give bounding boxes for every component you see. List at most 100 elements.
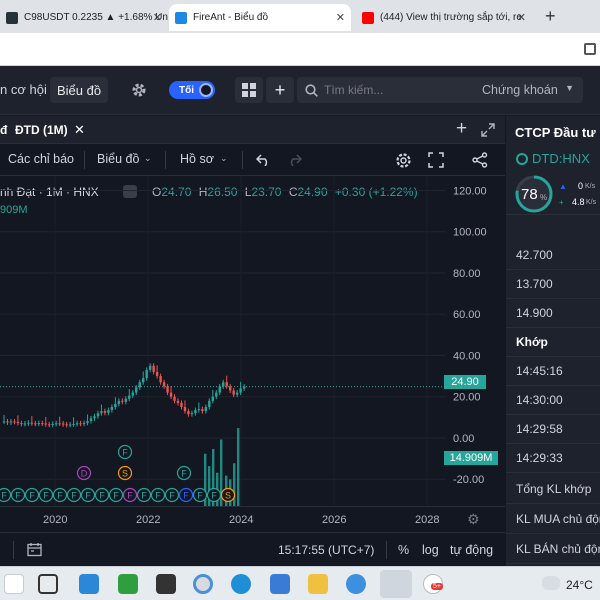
candle-body: [124, 398, 127, 402]
chart-tab-title[interactable]: ĐTD (1M): [15, 123, 68, 137]
price-value: 14.900: [516, 306, 553, 320]
market-select[interactable]: Chứng khoán: [482, 83, 558, 97]
event-marker-label: F: [181, 469, 187, 479]
nav-co-hoi[interactable]: n cơ hội: [0, 82, 47, 97]
os-taskbar: 5+ 24°C: [0, 566, 600, 600]
summary-row: KL MUA chủ độn: [506, 505, 600, 534]
candle-body: [37, 423, 40, 425]
fullscreen-icon[interactable]: [428, 152, 444, 168]
candle-body: [235, 392, 239, 395]
candle-body: [96, 413, 100, 417]
candle-body: [190, 413, 194, 415]
status-dot-icon: [516, 153, 528, 165]
close-icon[interactable]: ✕: [153, 11, 162, 24]
trade-row: 14:45:16: [506, 357, 600, 386]
log-scale-button[interactable]: log: [422, 543, 439, 557]
gauge-unit: %: [540, 193, 548, 202]
settings-icon[interactable]: [395, 152, 412, 169]
redo-icon[interactable]: [287, 153, 302, 166]
camera-icon[interactable]: [156, 574, 176, 594]
kaspersky-icon[interactable]: [118, 574, 138, 594]
search-input[interactable]: Tìm kiếm...: [324, 83, 383, 97]
event-marker-label: F: [141, 491, 147, 501]
gear-icon[interactable]: [131, 82, 147, 98]
edge-icon[interactable]: [231, 574, 251, 594]
browser-tab-strip: C98USDT 0.2235 ▲ +1.68% Un ✕ FireAnt - B…: [0, 0, 600, 33]
event-marker-label: F: [29, 491, 35, 501]
chart-type-button[interactable]: Biểu đồ: [97, 152, 139, 166]
layout-grid-button[interactable]: [235, 77, 263, 103]
browser-tab-fireant[interactable]: FireAnt - Biểu đồ ✕: [169, 4, 351, 31]
ie-icon[interactable]: [346, 574, 366, 594]
chevron-down-icon[interactable]: ⌄: [144, 153, 152, 164]
toggle-knob: [199, 83, 213, 97]
nav-bieu-do-button[interactable]: Biểu đồ: [50, 77, 108, 103]
sell-volume-label: KL BÁN chủ độn: [516, 542, 600, 556]
profile-button[interactable]: Hồ sơ: [180, 152, 214, 166]
toolbar-divider: [13, 541, 14, 559]
y-tick: 20.00: [453, 392, 481, 404]
trade-row: 14:29:58: [506, 415, 600, 444]
browser-tab-c98[interactable]: C98USDT 0.2235 ▲ +1.68% Un ✕: [0, 4, 168, 31]
theme-toggle[interactable]: Tối: [169, 81, 215, 99]
candle-body: [16, 421, 20, 424]
browser-tab-youtube[interactable]: (444) View thị trường sắp tới, re ✕: [356, 4, 532, 31]
folder-icon[interactable]: [308, 574, 328, 594]
tab-label: FireAnt - Biểu đồ: [193, 12, 269, 23]
extension-icon[interactable]: [584, 43, 596, 55]
toggle-label: Tối: [179, 84, 194, 96]
candle-body: [9, 421, 13, 423]
auto-scale-button[interactable]: tự động: [450, 543, 493, 557]
close-icon[interactable]: ✕: [74, 122, 85, 138]
event-marker-label: F: [183, 491, 189, 501]
weather-cloud-icon[interactable]: [542, 576, 560, 590]
candle-body: [201, 409, 204, 412]
event-marker-label: S: [122, 469, 128, 479]
clock-readout[interactable]: 15:17:55 (UTC+7): [278, 543, 374, 557]
candle-body: [48, 424, 51, 426]
gauge-value: 78: [521, 186, 538, 203]
price-chart[interactable]: 120.00 100.00 80.00 60.00 40.00 20.00 0.00 -20.…: [0, 176, 505, 506]
expand-icon[interactable]: [481, 123, 495, 137]
ticker-symbol[interactable]: DTD:HNX: [532, 151, 590, 166]
chrome-icon[interactable]: [193, 574, 213, 594]
axis-settings-icon[interactable]: ⚙: [467, 511, 480, 528]
task-view-icon[interactable]: [38, 574, 58, 594]
candle-body: [86, 421, 89, 423]
c98-tab-icon: [6, 11, 18, 24]
up-arrow-icon: ▲: [559, 182, 567, 191]
share-icon[interactable]: [472, 152, 488, 168]
time-axis[interactable]: 2020 2022 2024 2026 2028 ⚙: [0, 506, 505, 532]
candle-body: [44, 423, 47, 425]
buy-speed-unit: K/s: [585, 183, 596, 190]
new-tab-button[interactable]: +: [545, 6, 556, 27]
close-icon[interactable]: ✕: [336, 11, 345, 24]
undo-icon[interactable]: [256, 153, 271, 166]
candle-body: [103, 411, 107, 413]
add-button[interactable]: +: [266, 77, 294, 103]
buy-volume-label: KL MUA chủ độn: [516, 512, 600, 526]
mail-icon[interactable]: [270, 574, 290, 594]
chevron-down-icon[interactable]: ⌄: [220, 153, 228, 164]
date-range-icon[interactable]: [27, 542, 42, 557]
active-chrome-icon[interactable]: [380, 570, 412, 598]
chevron-down-icon[interactable]: ▼: [565, 83, 574, 93]
close-icon[interactable]: ✕: [517, 11, 526, 24]
candle-body: [204, 407, 208, 412]
add-chart-icon[interactable]: +: [456, 118, 467, 140]
weather-temp[interactable]: 24°C: [566, 578, 593, 592]
store-icon[interactable]: [79, 574, 99, 594]
candle-body: [72, 423, 75, 425]
event-marker-label: S: [225, 491, 231, 501]
search-box[interactable]: Tìm kiếm... Chứng khoán ▼: [297, 77, 583, 103]
indicators-button[interactable]: Các chỉ báo: [8, 152, 74, 166]
candle-body: [242, 386, 246, 389]
candle-body: [89, 418, 93, 422]
candle-body: [100, 411, 103, 414]
candle-body: [110, 407, 114, 411]
notification-badge: 5+: [431, 583, 443, 590]
candle-body: [107, 410, 110, 413]
app-icon[interactable]: [4, 574, 24, 594]
sell-speed-unit: K/s: [586, 199, 597, 206]
percent-scale-button[interactable]: %: [398, 543, 409, 557]
